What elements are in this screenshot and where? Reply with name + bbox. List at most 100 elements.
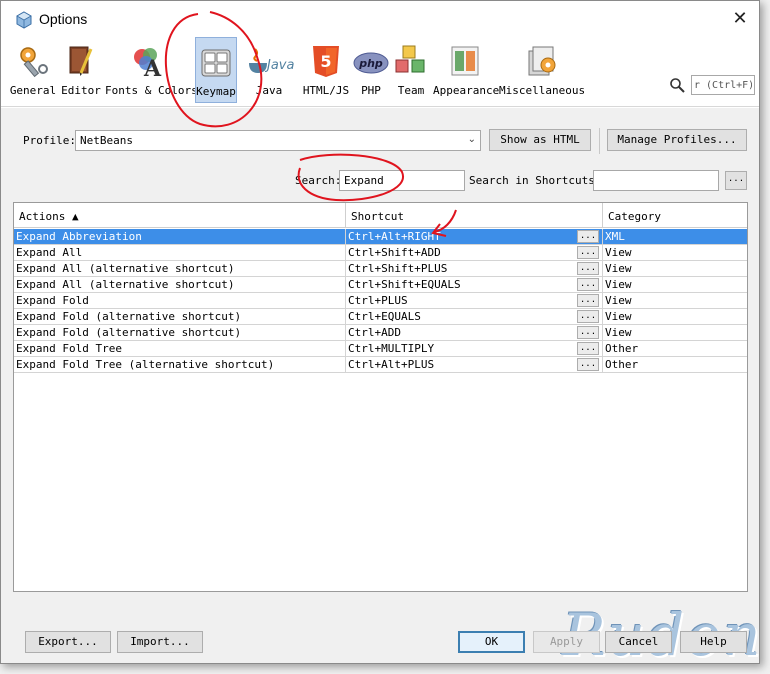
- category-editor[interactable]: Editor: [59, 37, 103, 103]
- book-pen-icon: [69, 46, 93, 76]
- category-toolbar: General Editor A Fonts & Colors Keymap J…: [1, 37, 759, 107]
- table-header: Actions ▲ Shortcut Category: [14, 203, 747, 228]
- category-label: Java: [255, 84, 283, 97]
- table-row[interactable]: Expand Fold Ctrl+PLUS ... View: [14, 293, 747, 309]
- help-button[interactable]: Help: [680, 631, 747, 653]
- svg-text:A: A: [143, 56, 162, 79]
- category-keymap[interactable]: Keymap: [195, 37, 237, 103]
- search-shortcuts-input[interactable]: [593, 170, 719, 191]
- svg-text:php: php: [358, 57, 383, 70]
- profile-value: NetBeans: [80, 134, 133, 147]
- category-php[interactable]: php PHP: [351, 37, 391, 103]
- shortcut-cell[interactable]: Ctrl+EQUALS: [346, 309, 603, 324]
- category-fonts-colors[interactable]: A Fonts & Colors: [105, 37, 198, 103]
- keyboard-icon: [201, 49, 231, 77]
- table-row[interactable]: Expand Fold (alternative shortcut) Ctrl+…: [14, 309, 747, 325]
- record-shortcut-button[interactable]: ...: [725, 171, 747, 190]
- category-cell: Other: [605, 342, 639, 355]
- category-miscellaneous[interactable]: Miscellaneous: [499, 37, 585, 103]
- title-bar: Options ✕: [1, 1, 759, 37]
- action-cell: Expand Fold (alternative shortcut): [14, 309, 346, 324]
- category-label: Team: [397, 84, 425, 97]
- wrench-gear-icon: [20, 47, 48, 78]
- column-category[interactable]: Category: [603, 203, 747, 228]
- category-team[interactable]: Team: [393, 37, 429, 103]
- edit-shortcut-button[interactable]: ...: [577, 230, 599, 243]
- shortcut-cell[interactable]: Ctrl+PLUS: [346, 293, 603, 308]
- search-input[interactable]: Expand: [339, 170, 465, 191]
- category-cell: View: [605, 278, 632, 291]
- column-shortcut[interactable]: Shortcut: [346, 203, 603, 228]
- category-cell: View: [605, 294, 632, 307]
- category-cell: View: [605, 310, 632, 323]
- category-cell: XML: [605, 230, 625, 243]
- keymap-panel: Profile: NetBeans ⌄ Show as HTML Manage …: [1, 108, 760, 669]
- export-button[interactable]: Export...: [25, 631, 111, 653]
- svg-text:Java: Java: [264, 58, 294, 73]
- import-button[interactable]: Import...: [117, 631, 203, 653]
- action-cell: Expand Fold: [14, 293, 346, 308]
- edit-shortcut-button[interactable]: ...: [577, 310, 599, 323]
- column-actions[interactable]: Actions ▲: [14, 203, 346, 228]
- category-java[interactable]: Java Java: [241, 37, 297, 103]
- table-row[interactable]: Expand All (alternative shortcut) Ctrl+S…: [14, 277, 747, 293]
- shortcut-cell[interactable]: Ctrl+Alt+RIGHT: [346, 229, 603, 244]
- table-row[interactable]: Expand Fold Tree Ctrl+MULTIPLY ... Other: [14, 341, 747, 357]
- php-icon: php: [353, 52, 389, 74]
- show-as-html-button[interactable]: Show as HTML: [489, 129, 591, 151]
- manage-profiles-button[interactable]: Manage Profiles...: [607, 129, 747, 151]
- toolbar-separator: [599, 128, 600, 154]
- action-cell: Expand Fold (alternative shortcut): [14, 325, 346, 340]
- shortcut-cell[interactable]: Ctrl+Shift+EQUALS: [346, 277, 603, 292]
- cancel-button[interactable]: Cancel: [605, 631, 672, 653]
- action-cell: Expand Fold Tree (alternative shortcut): [14, 357, 346, 372]
- action-cell: Expand All (alternative shortcut): [14, 277, 346, 292]
- options-search-input[interactable]: [691, 75, 755, 95]
- edit-shortcut-button[interactable]: ...: [577, 342, 599, 355]
- ok-button[interactable]: OK: [458, 631, 525, 653]
- edit-shortcut-button[interactable]: ...: [577, 358, 599, 371]
- edit-shortcut-button[interactable]: ...: [577, 294, 599, 307]
- close-button[interactable]: ✕: [727, 7, 753, 31]
- category-label: Appearance: [433, 84, 500, 97]
- action-cell: Expand Abbreviation: [14, 229, 346, 244]
- options-dialog: Options ✕ General Editor A Fonts & Color…: [0, 0, 760, 669]
- category-cell: Other: [605, 358, 639, 371]
- netbeans-cube-icon: [16, 11, 32, 29]
- category-label: Miscellaneous: [499, 84, 586, 97]
- profile-dropdown[interactable]: NetBeans ⌄: [75, 130, 481, 151]
- shortcut-cell[interactable]: Ctrl+Shift+ADD: [346, 245, 603, 260]
- apply-button[interactable]: Apply: [533, 631, 600, 653]
- html5-icon: 5: [313, 46, 339, 77]
- svg-text:5: 5: [320, 52, 331, 71]
- search-icon: [670, 78, 685, 93]
- category-html-js[interactable]: 5 HTML/JS: [301, 37, 351, 103]
- table-row[interactable]: Expand All Ctrl+Shift+ADD ... View: [14, 245, 747, 261]
- edit-shortcut-button[interactable]: ...: [577, 278, 599, 291]
- profile-label: Profile:: [23, 134, 76, 147]
- close-icon: ✕: [732, 8, 748, 29]
- shortcut-cell[interactable]: Ctrl+Alt+PLUS: [346, 357, 603, 372]
- shortcut-cell[interactable]: Ctrl+Shift+PLUS: [346, 261, 603, 276]
- misc-icon: [528, 46, 556, 76]
- table-row[interactable]: Expand Fold Tree (alternative shortcut) …: [14, 357, 747, 373]
- edit-shortcut-button[interactable]: ...: [577, 246, 599, 259]
- search-in-shortcuts-label: Search in Shortcuts:: [469, 174, 602, 187]
- edit-shortcut-button[interactable]: ...: [577, 262, 599, 275]
- edit-shortcut-button[interactable]: ...: [577, 326, 599, 339]
- team-blocks-icon: [395, 45, 425, 73]
- window-title: Options: [39, 11, 88, 27]
- java-cup-icon: Java: [249, 48, 294, 73]
- shortcut-cell[interactable]: Ctrl+MULTIPLY: [346, 341, 603, 356]
- shortcut-cell[interactable]: Ctrl+ADD: [346, 325, 603, 340]
- category-label: HTML/JS: [302, 84, 350, 97]
- category-general[interactable]: General: [9, 37, 57, 103]
- category-cell: View: [605, 246, 632, 259]
- action-cell: Expand All: [14, 245, 346, 260]
- chevron-down-icon: ⌄: [467, 134, 476, 145]
- action-cell: Expand Fold Tree: [14, 341, 346, 356]
- table-row[interactable]: Expand All (alternative shortcut) Ctrl+S…: [14, 261, 747, 277]
- table-row[interactable]: Expand Fold (alternative shortcut) Ctrl+…: [14, 325, 747, 341]
- table-row[interactable]: Expand Abbreviation Ctrl+Alt+RIGHT ... X…: [14, 229, 747, 245]
- category-appearance[interactable]: Appearance: [433, 37, 500, 103]
